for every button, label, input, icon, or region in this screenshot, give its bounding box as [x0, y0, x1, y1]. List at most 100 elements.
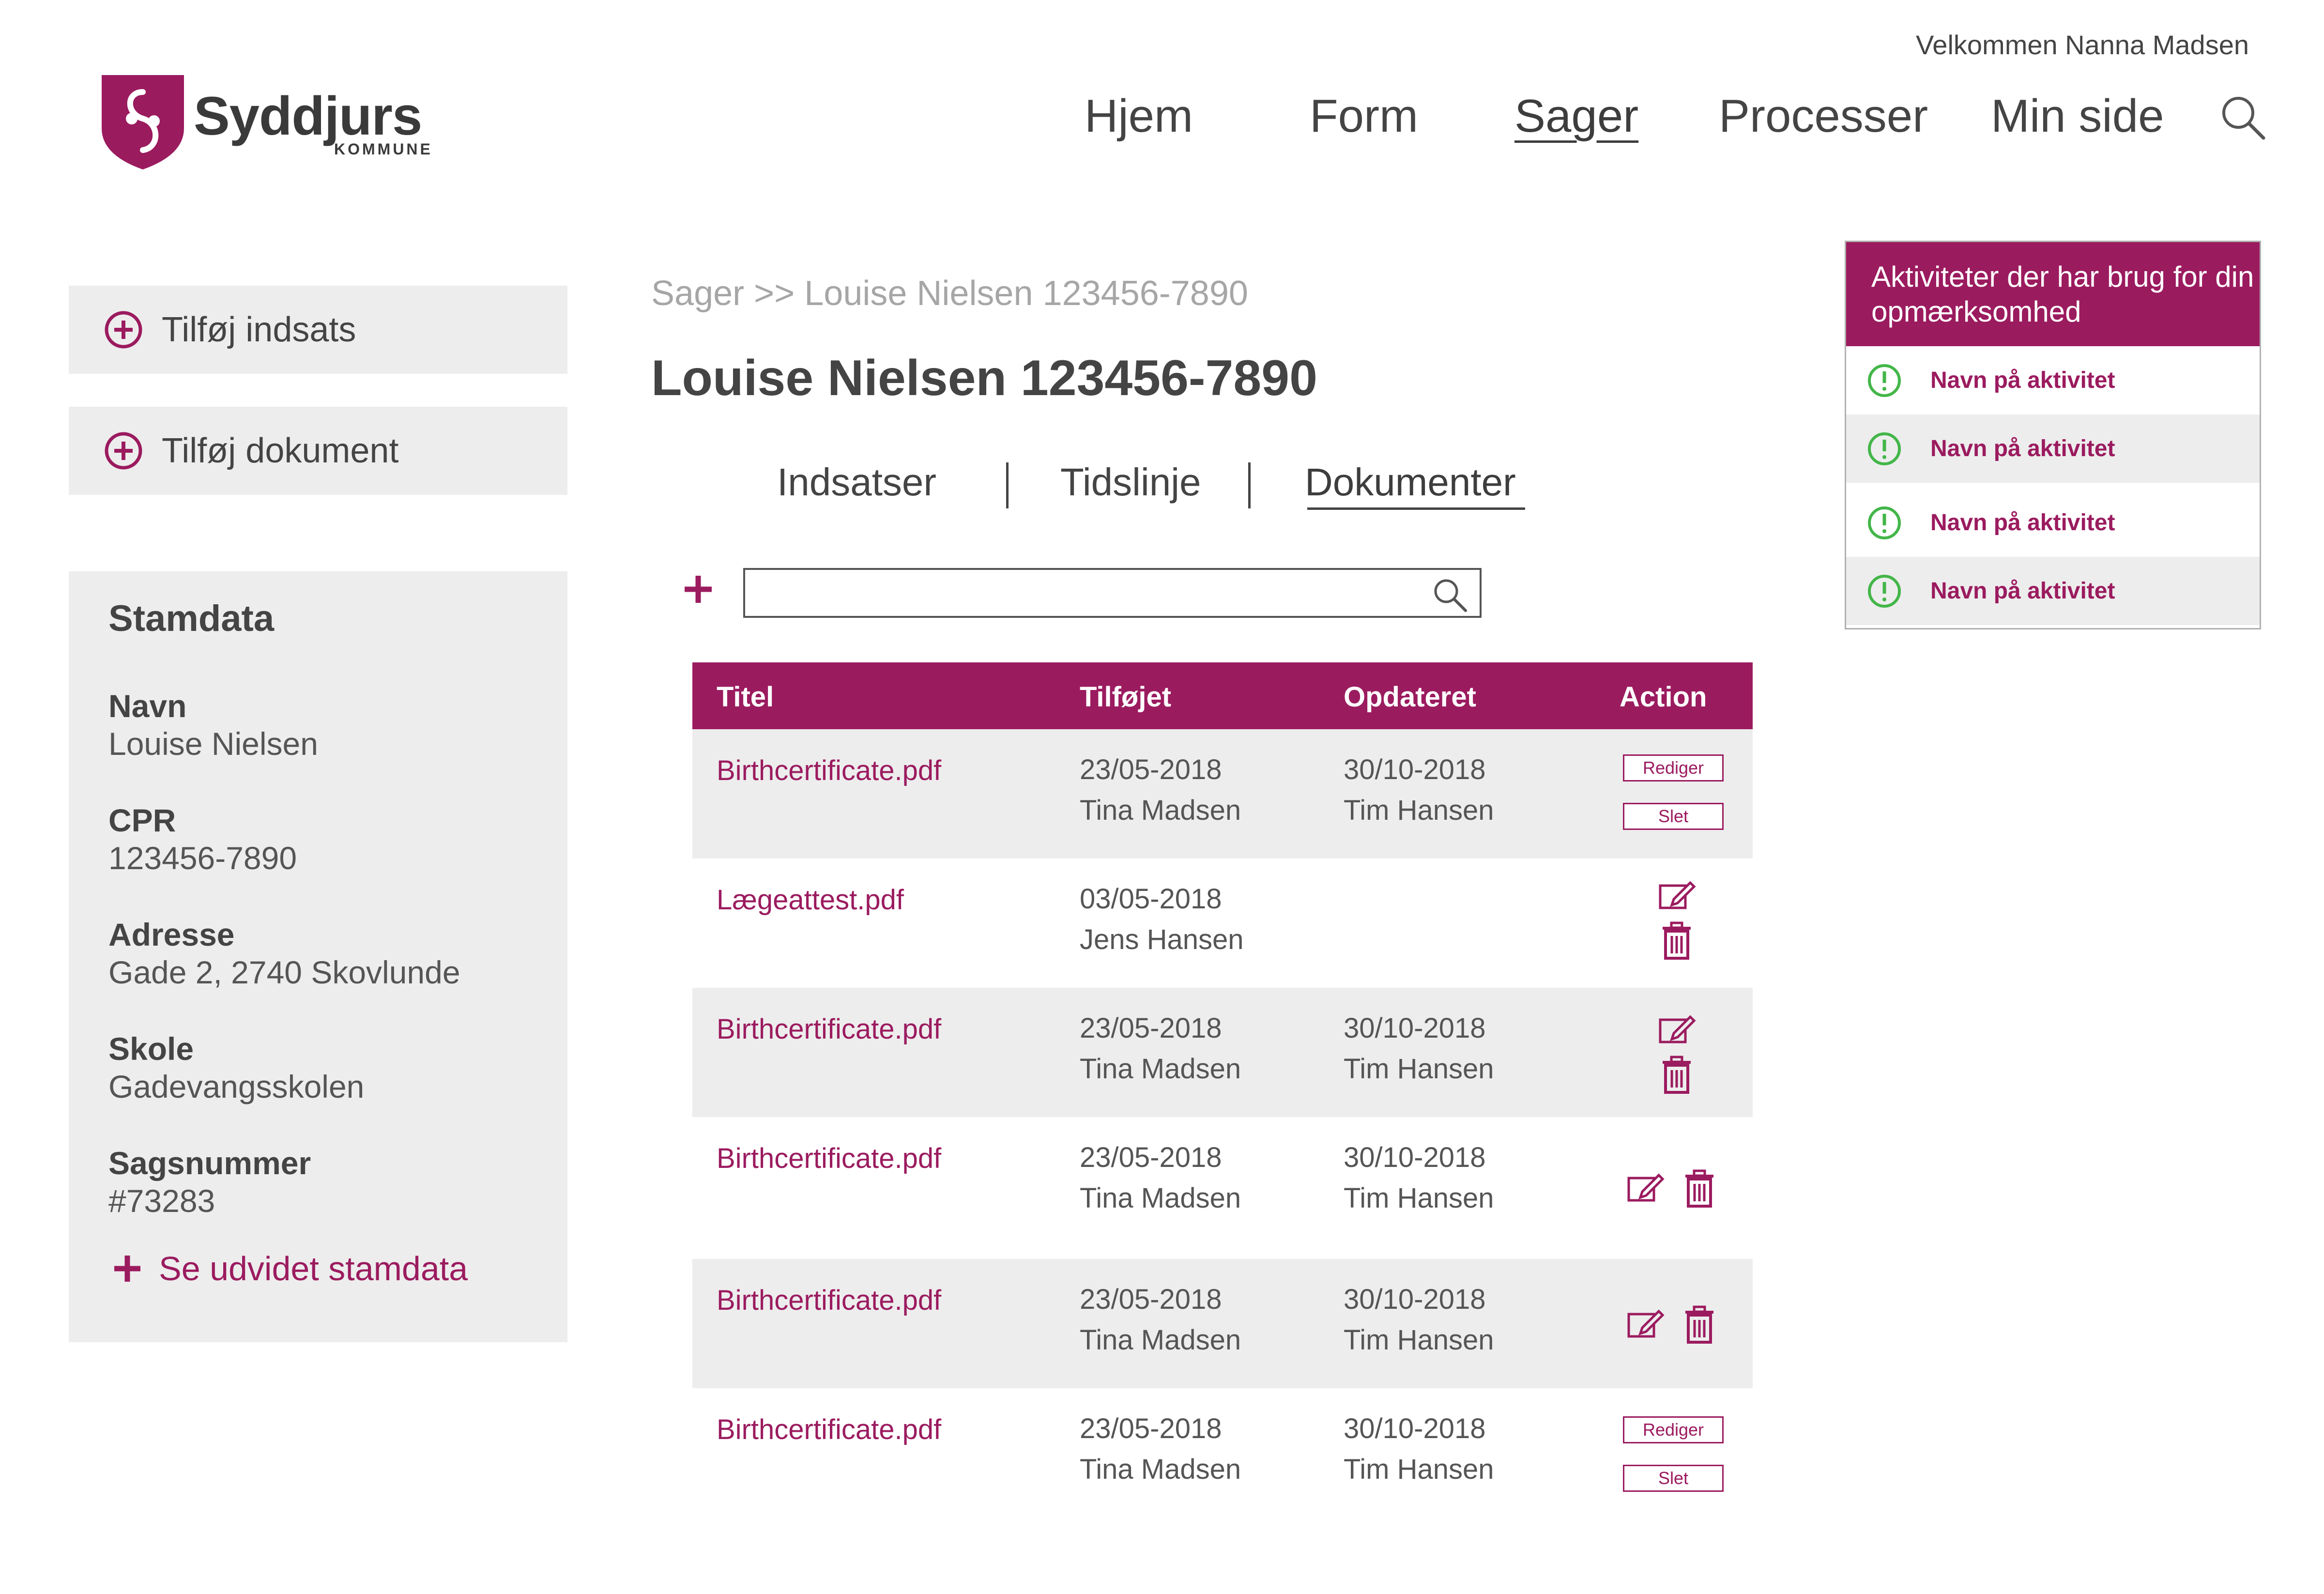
trash-icon[interactable]	[1682, 1305, 1716, 1344]
updated-by: Tim Hansen	[1344, 1324, 1494, 1356]
delete-button[interactable]: Slet	[1623, 1465, 1724, 1492]
logo-subtitle: KOMMUNE	[334, 140, 433, 158]
add-document-label: Tilføj dokument	[162, 431, 399, 470]
tab-divider	[1006, 462, 1009, 508]
plus-icon	[114, 1256, 140, 1282]
document-title-link[interactable]: Birthcertificate.pdf	[717, 1413, 941, 1446]
added-by: Tina Madsen	[1080, 1454, 1241, 1485]
search-icon[interactable]	[1432, 577, 1468, 613]
activity-item[interactable]: Navn på aktivitet	[1846, 557, 2260, 625]
trash-icon[interactable]	[1660, 1056, 1694, 1094]
edit-button[interactable]: Rediger	[1623, 754, 1724, 782]
added-by: Tina Madsen	[1080, 1053, 1241, 1085]
document-search-box	[743, 568, 1482, 618]
shield-logo-icon	[102, 75, 184, 169]
added-by: Tina Madsen	[1080, 795, 1241, 826]
stamdata-value-sagsnummer: #73283	[108, 1183, 215, 1219]
edit-icon[interactable]	[1627, 1307, 1666, 1341]
trash-icon[interactable]	[1682, 1169, 1716, 1208]
table-row: Birthcertificate.pdf 23/05-2018 Tina Mad…	[692, 729, 1753, 858]
page-title: Louise Nielsen 123456-7890	[651, 350, 1317, 406]
activity-item[interactable]: Navn på aktivitet	[1846, 414, 2260, 483]
edit-icon[interactable]	[1658, 879, 1697, 913]
activities-panel-title: Aktiviteter der har brug for din opmærks…	[1846, 242, 2260, 346]
added-by: Tina Madsen	[1080, 1182, 1241, 1214]
table-row: Birthcertificate.pdf 23/05-2018 Tina Mad…	[692, 1259, 1753, 1388]
tab-divider	[1248, 462, 1251, 508]
document-title-link[interactable]: Birthcertificate.pdf	[717, 1142, 941, 1175]
stamdata-label-sagsnummer: Sagsnummer	[108, 1145, 311, 1181]
welcome-text: Velkommen Nanna Madsen	[1916, 30, 2249, 60]
column-header-titel[interactable]: Titel	[717, 681, 774, 713]
updated-by: Tim Hansen	[1344, 795, 1494, 826]
activity-item[interactable]: Navn på aktivitet	[1846, 489, 2260, 557]
search-icon[interactable]	[2220, 94, 2266, 140]
updated-date: 30/10-2018	[1344, 1413, 1486, 1444]
nav-sager[interactable]: Sager	[1514, 90, 1638, 143]
tab-tidslinje[interactable]: Tidslinje	[1060, 460, 1201, 505]
nav-min-side[interactable]: Min side	[1991, 90, 2164, 143]
updated-date: 30/10-2018	[1344, 1012, 1486, 1044]
column-header-action: Action	[1620, 681, 1707, 713]
table-row: Birthcertificate.pdf 23/05-2018 Tina Mad…	[692, 988, 1753, 1117]
stamdata-title: Stamdata	[108, 598, 275, 639]
activity-item[interactable]: Navn på aktivitet	[1846, 346, 2260, 414]
document-title-link[interactable]: Birthcertificate.pdf	[717, 754, 941, 787]
updated-date: 30/10-2018	[1344, 1142, 1486, 1173]
tab-indsatser[interactable]: Indsatser	[777, 460, 936, 505]
stamdata-value-adresse: Gade 2, 2740 Skovlunde	[108, 954, 460, 990]
tab-dokumenter[interactable]: Dokumenter	[1305, 460, 1516, 505]
table-row: Birthcertificate.pdf 23/05-2018 Tina Mad…	[692, 1388, 1753, 1517]
stamdata-label-navn: Navn	[108, 688, 187, 724]
alert-circle-icon	[1868, 364, 1901, 397]
activity-label: Navn på aktivitet	[1930, 578, 2115, 604]
document-title-link[interactable]: Birthcertificate.pdf	[717, 1013, 941, 1045]
activity-label: Navn på aktivitet	[1930, 510, 2115, 536]
column-header-tilfoejet[interactable]: Tilføjet	[1080, 681, 1171, 713]
nav-hjem[interactable]: Hjem	[1085, 90, 1193, 143]
stamdata-label-adresse: Adresse	[108, 917, 235, 952]
trash-icon[interactable]	[1660, 921, 1694, 960]
table-row: Birthcertificate.pdf 23/05-2018 Tina Mad…	[692, 1117, 1753, 1259]
documents-table: Titel Tilføjet Opdateret Action Birthcer…	[692, 662, 1753, 1517]
updated-date: 30/10-2018	[1344, 1284, 1486, 1315]
add-document-plus-icon[interactable]	[683, 574, 714, 605]
added-date: 23/05-2018	[1080, 1012, 1222, 1044]
added-date: 23/05-2018	[1080, 754, 1222, 785]
updated-by: Tim Hansen	[1344, 1182, 1494, 1214]
edit-icon[interactable]	[1627, 1171, 1666, 1205]
expanded-stamdata-link[interactable]: Se udvidet stamdata	[112, 1249, 468, 1288]
add-effort-button[interactable]: Tilføj indsats	[69, 286, 567, 374]
stamdata-value-navn: Louise Nielsen	[108, 726, 318, 762]
stamdata-panel: Stamdata Navn Louise Nielsen CPR 123456-…	[69, 571, 567, 1342]
updated-by: Tim Hansen	[1344, 1454, 1494, 1485]
table-header-row: Titel Tilføjet Opdateret Action	[692, 662, 1753, 729]
expanded-stamdata-label: Se udvidet stamdata	[159, 1250, 468, 1287]
added-date: 03/05-2018	[1080, 883, 1222, 915]
added-by: Tina Madsen	[1080, 1324, 1241, 1356]
add-effort-label: Tilføj indsats	[162, 310, 356, 349]
plus-circle-icon	[105, 432, 142, 470]
added-date: 23/05-2018	[1080, 1142, 1222, 1173]
nav-form[interactable]: Form	[1310, 90, 1418, 143]
updated-by: Tim Hansen	[1344, 1053, 1494, 1085]
edit-button[interactable]: Rediger	[1623, 1416, 1724, 1443]
delete-button[interactable]: Slet	[1623, 803, 1724, 830]
document-title-link[interactable]: Lægeattest.pdf	[717, 884, 904, 916]
edit-icon[interactable]	[1658, 1013, 1697, 1047]
breadcrumb[interactable]: Sager >> Louise Nielsen 123456-7890	[651, 274, 1248, 313]
stamdata-label-cpr: CPR	[108, 802, 176, 838]
document-search-input[interactable]	[750, 574, 1420, 613]
document-title-link[interactable]: Birthcertificate.pdf	[717, 1284, 941, 1317]
updated-date: 30/10-2018	[1344, 754, 1486, 785]
logo-name: Syddjurs	[194, 86, 422, 146]
column-header-opdateret[interactable]: Opdateret	[1344, 681, 1476, 713]
active-tab-underline	[1307, 507, 1525, 510]
stamdata-value-skole: Gadevangsskolen	[108, 1069, 365, 1104]
table-row: Lægeattest.pdf 03/05-2018 Jens Hansen	[692, 858, 1753, 988]
plus-circle-icon	[105, 311, 142, 349]
added-by: Jens Hansen	[1080, 924, 1244, 955]
nav-processer[interactable]: Processer	[1719, 90, 1928, 143]
add-document-button[interactable]: Tilføj dokument	[69, 407, 567, 495]
activity-label: Navn på aktivitet	[1930, 436, 2115, 461]
